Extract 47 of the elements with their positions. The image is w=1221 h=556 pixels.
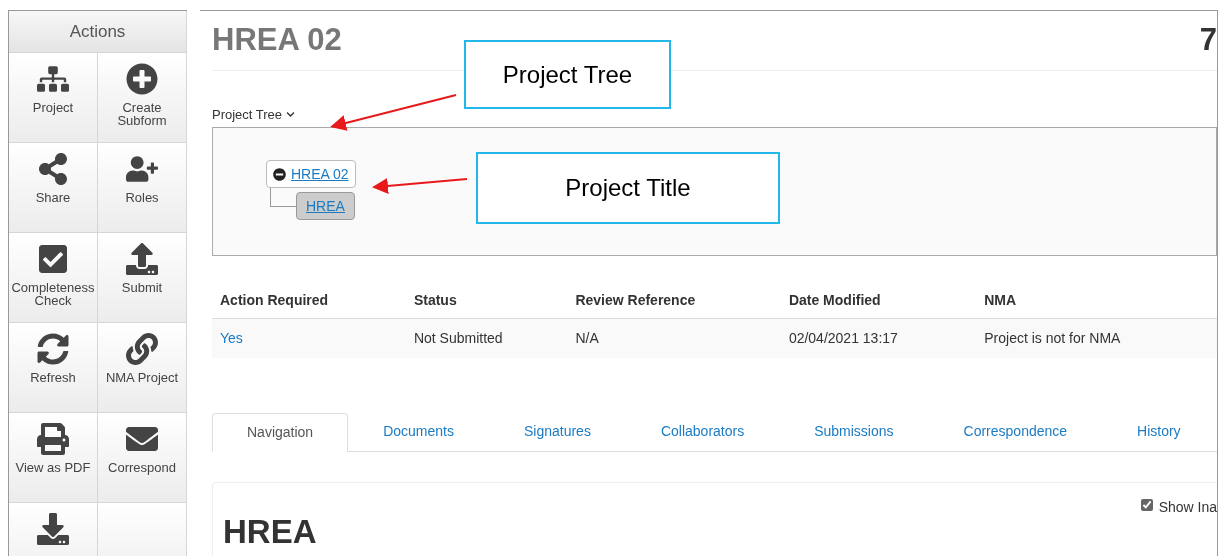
action-tile[interactable]: View as PDF — [9, 413, 98, 503]
action-tile[interactable]: Share — [9, 143, 98, 233]
tab[interactable]: Submissions — [779, 413, 929, 451]
share-icon — [37, 153, 69, 185]
checkbox-icon — [37, 243, 69, 275]
callout-box: Project Title — [476, 152, 780, 224]
tab[interactable]: Correspondence — [928, 413, 1103, 451]
printer-icon — [37, 423, 69, 455]
action-tile[interactable]: Refresh — [9, 323, 98, 413]
table-cell: Not Submitted — [405, 318, 568, 359]
column-header: Review Reference — [567, 284, 781, 319]
action-tile[interactable]: NMA Project — [98, 323, 187, 413]
column-header: NMA — [976, 284, 1217, 319]
project-tree-toggle[interactable]: Project Tree — [212, 104, 296, 125]
header-text: 7 — [1199, 21, 1217, 59]
tab[interactable]: Collaborators — [625, 413, 780, 451]
tree-link[interactable]: HREA 02 — [291, 163, 349, 185]
sidebar-title: Actions — [9, 11, 187, 53]
table-cell: N/A — [567, 318, 781, 359]
column-header: Status — [405, 284, 568, 319]
action-tile[interactable]: Create Subform — [98, 53, 187, 143]
action-tile[interactable]: Roles — [98, 143, 187, 233]
table-cell: Project is not for NMA — [976, 318, 1217, 359]
tab[interactable]: History — [1102, 413, 1216, 451]
tab[interactable]: Documents — [348, 413, 489, 451]
table-cell: 02/04/2021 13:17 — [780, 318, 977, 359]
hierarchy-icon — [37, 63, 69, 95]
action-tile[interactable]: Correspond — [98, 413, 187, 503]
page-title: HREA 02 — [212, 21, 342, 59]
collapse-icon[interactable] — [273, 167, 286, 181]
action-tile[interactable]: Completeness Check — [9, 233, 98, 323]
download-icon — [37, 513, 69, 545]
column-header: Date Modified — [780, 284, 977, 319]
table-cell[interactable]: Yes — [212, 318, 406, 359]
section-heading: HREA — [223, 511, 317, 552]
tab[interactable]: Navigation — [212, 413, 349, 452]
action-tile[interactable]: Project — [9, 53, 98, 143]
action-tile[interactable]: Submit — [98, 233, 187, 323]
tab[interactable]: Signatures — [488, 413, 626, 451]
checkbox[interactable] — [1140, 498, 1153, 511]
column-header: Action Required — [212, 284, 406, 319]
user-plus-icon — [126, 153, 158, 185]
checkbox-label: Show Ina — [1158, 497, 1217, 517]
callout-box: Project Tree — [464, 40, 671, 109]
upload-icon — [126, 243, 158, 275]
link-icon — [126, 333, 158, 365]
refresh-icon — [37, 333, 69, 365]
